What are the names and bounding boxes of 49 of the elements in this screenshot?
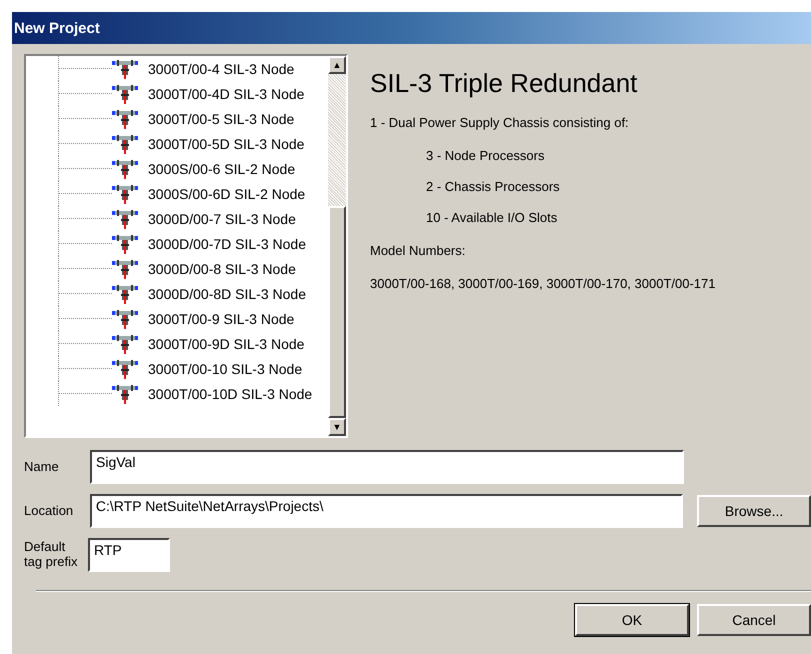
tree-item[interactable]: 3000D/00-8 SIL-3 Node (148, 260, 296, 276)
component-line: 3 - Node Processors (426, 148, 546, 163)
field-label: Name (24, 460, 60, 474)
tree-item[interactable]: 3000T/00-4 SIL-3 Node (148, 60, 294, 76)
window-title: New Project (14, 20, 100, 36)
input-field[interactable]: C:\RTP NetSuite\NetArrays\Projects\ (90, 494, 684, 528)
model-label: Model Numbers: (370, 243, 466, 258)
dialog-button[interactable]: OK (575, 604, 689, 636)
node-icon (112, 84, 138, 104)
scrollbar[interactable]: ▲ ▼ (328, 56, 346, 436)
tree-item[interactable]: 3000T/00-9D SIL-3 Node (148, 336, 304, 352)
input-field[interactable]: SigVal (90, 450, 684, 484)
tree-item[interactable]: 3000S/00-6 SIL-2 Node (148, 160, 296, 176)
field-label: Location (24, 504, 74, 518)
tree-item[interactable]: 3000D/00-8D SIL-3 Node (148, 286, 306, 302)
node-icon (112, 384, 138, 404)
node-icon (112, 308, 138, 328)
node-icon (112, 134, 138, 154)
scroll-thumb[interactable] (328, 206, 346, 418)
node-icon (112, 158, 138, 178)
tree-item[interactable]: 3000T/00-10D SIL-3 Node (148, 386, 312, 402)
node-icon (112, 184, 138, 204)
tree-item[interactable]: 3000D/00-7 SIL-3 Node (148, 210, 296, 226)
field-label: Default tag prefix (24, 540, 78, 570)
node-icon (112, 108, 138, 128)
tree-item[interactable]: 3000T/00-5 SIL-3 Node (148, 110, 294, 126)
scroll-up-button[interactable]: ▲ (328, 56, 346, 74)
browse-button[interactable]: Browse... (697, 495, 811, 527)
node-icon (112, 58, 138, 78)
tree-item[interactable]: 3000T/00-5D SIL-3 Node (148, 136, 304, 152)
node-icon (112, 284, 138, 304)
model-numbers: 3000T/00-168, 3000T/00-169, 3000T/00-170, 3000T/00-171 (370, 276, 716, 291)
component-line: 10 - Available I/O Slots (426, 210, 558, 225)
node-icon (112, 208, 138, 228)
dialog-button[interactable]: Cancel (697, 604, 811, 636)
tree-item[interactable]: 3000T/00-9 SIL-3 Node (148, 310, 294, 326)
tree-item[interactable]: 3000S/00-6D SIL-2 Node (148, 186, 306, 202)
scroll-down-button[interactable]: ▼ (328, 418, 346, 436)
input-field[interactable]: RTP (88, 538, 170, 572)
tree-item[interactable]: 3000D/00-7D SIL-3 Node (148, 236, 306, 252)
node-icon (112, 334, 138, 354)
component-line: 2 - Chassis Processors (426, 179, 561, 194)
node-icon (112, 258, 138, 278)
tree-item[interactable]: 3000T/00-10 SIL-3 Node (148, 360, 302, 376)
node-icon (112, 358, 138, 378)
node-icon (112, 234, 138, 254)
tree-item[interactable]: 3000T/00-4D SIL-3 Node (148, 86, 304, 102)
heading: SIL-3 Triple Redundant (370, 68, 638, 99)
description-text: 1 - Dual Power Supply Chassis consisting of: (370, 115, 630, 130)
